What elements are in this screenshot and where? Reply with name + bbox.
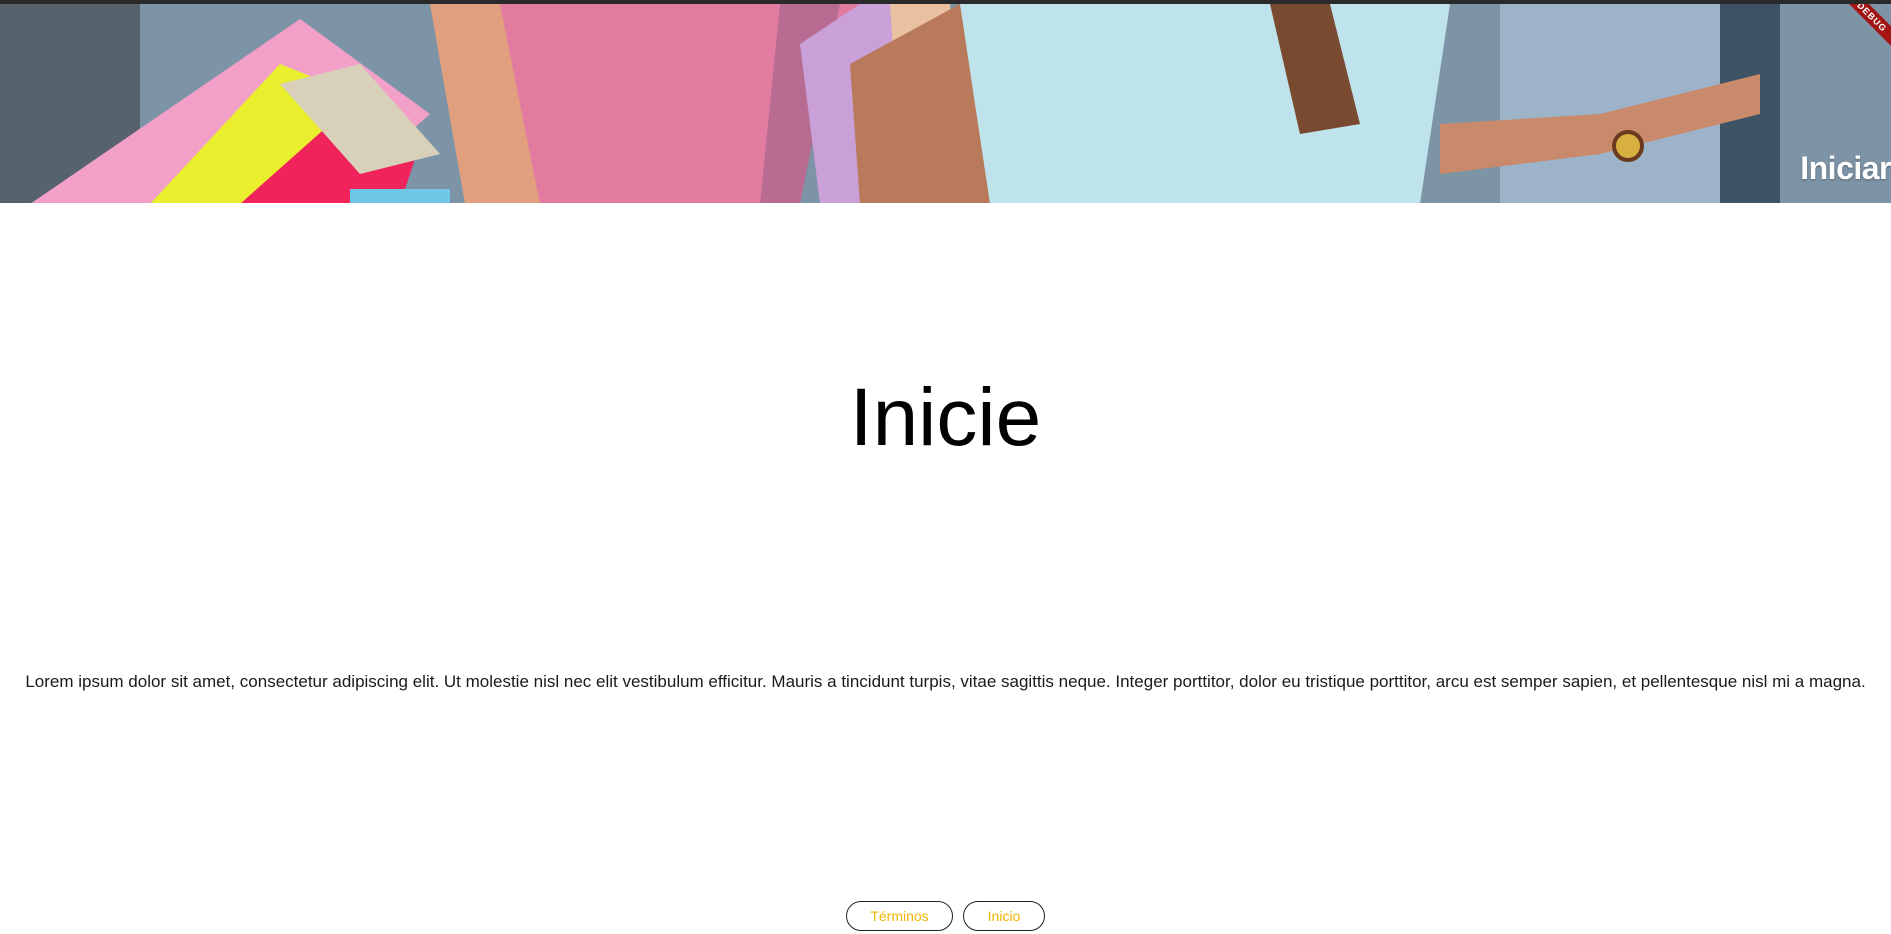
footer-nav: Términos Inicio <box>0 901 1891 931</box>
hero-title: Iniciar <box>1800 150 1891 186</box>
terminos-button[interactable]: Términos <box>846 901 953 931</box>
inicio-button[interactable]: Inicio <box>963 901 1045 931</box>
hero-image <box>0 4 1891 203</box>
body-paragraph: Lorem ipsum dolor sit amet, consectetur … <box>25 672 1866 691</box>
hero-banner: Iniciar DEBUG <box>0 0 1891 203</box>
page-title: Inicie <box>849 372 1042 463</box>
app-page: Iniciar DEBUG Inicie Lorem ipsum dolor s… <box>0 0 1891 934</box>
